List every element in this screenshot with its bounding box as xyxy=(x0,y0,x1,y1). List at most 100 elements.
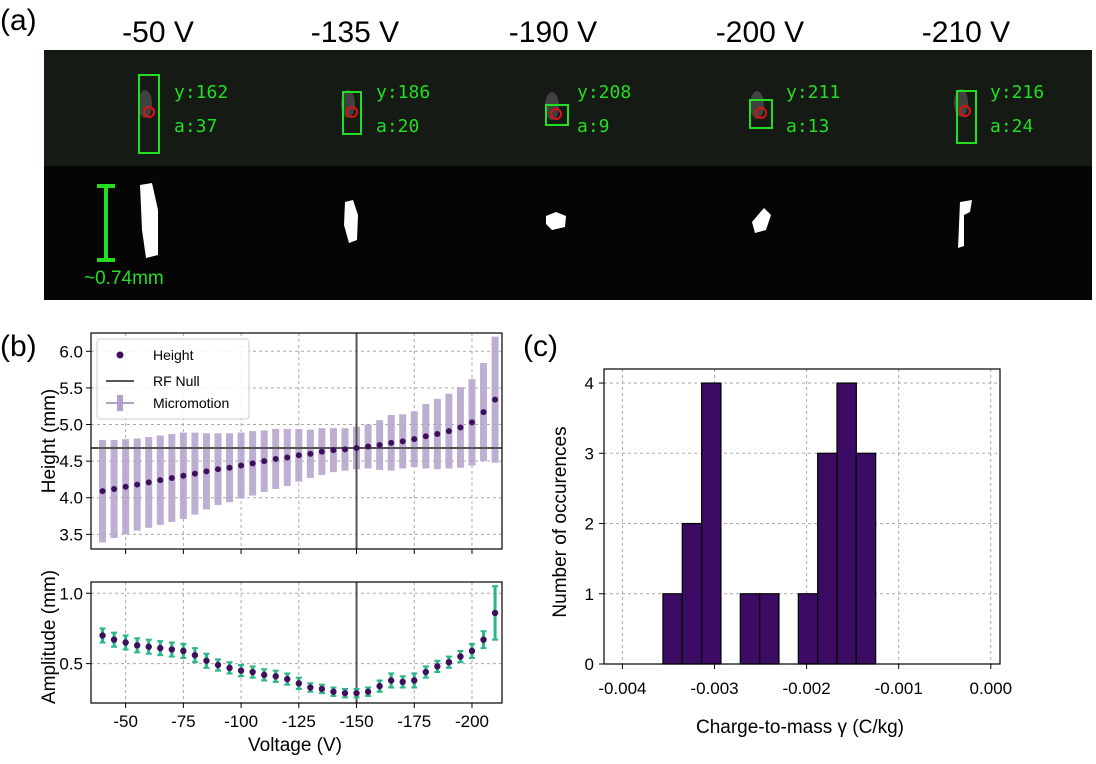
y-tick-label: 3 xyxy=(585,444,594,463)
height-data-point xyxy=(399,438,406,445)
legend-micromotion-bar xyxy=(117,395,123,411)
frame-y-label: y:186 xyxy=(376,82,430,103)
height-data-point xyxy=(168,474,175,481)
height-data-point xyxy=(284,454,291,461)
amplitude-data-point xyxy=(480,636,487,643)
height-data-point xyxy=(480,409,487,416)
height-data-point xyxy=(249,460,256,467)
histogram-bar xyxy=(836,382,857,665)
amplitude-data-point xyxy=(99,632,106,639)
amplitude-data-point xyxy=(445,658,453,666)
scale-bar-label: ~0.74mm xyxy=(84,268,164,289)
height-data-point xyxy=(341,446,348,453)
legend-micromotion-label: Micromotion xyxy=(153,395,229,411)
height-data-point xyxy=(318,448,325,455)
amplitude-data-point xyxy=(399,678,406,686)
x-tick-label: -50 xyxy=(113,712,138,731)
frame-y-label: y:211 xyxy=(786,82,840,103)
height-data-point xyxy=(295,452,302,459)
legend-height-label: Height xyxy=(153,347,194,363)
height-data-point xyxy=(457,424,464,431)
height-data-point xyxy=(468,419,475,426)
amplitude-data-point xyxy=(434,663,441,670)
x-tick-label: -75 xyxy=(171,712,196,731)
frame-voltage-label: -200 V xyxy=(716,16,804,49)
histogram-bar xyxy=(797,593,819,665)
frame-a-label: a:13 xyxy=(786,116,829,137)
height-data-point xyxy=(422,433,429,440)
panel-label-b: (b) xyxy=(0,330,37,363)
histogram-bar xyxy=(759,593,780,665)
histogram-bar xyxy=(681,522,703,665)
amplitude-data-point xyxy=(168,646,176,653)
height-data-point xyxy=(180,472,187,479)
y-tick-label: 0.5 xyxy=(59,655,83,674)
height-data-point xyxy=(157,477,164,484)
amplitude-data-point xyxy=(214,661,222,669)
y-tick-label: 1.0 xyxy=(59,584,83,603)
amplitude-data-point xyxy=(387,677,395,684)
height-data-point xyxy=(214,466,221,473)
y-tick-label: 6.0 xyxy=(59,342,83,361)
height-data-point xyxy=(388,439,395,446)
amplitude-data-point xyxy=(353,689,360,697)
x-tick-label: -0.002 xyxy=(783,679,831,698)
amplitude-ylabel: Amplitude (mm) xyxy=(39,570,60,704)
frame-y-label: y:208 xyxy=(577,82,631,103)
frame-a-label: a:9 xyxy=(577,116,610,137)
amplitude-data-point xyxy=(330,688,337,695)
height-data-point xyxy=(111,485,118,492)
height-data-point xyxy=(365,443,372,450)
amplitude-data-point xyxy=(180,647,187,655)
amplitude-data-point xyxy=(457,653,464,660)
amplitude-data-point xyxy=(411,677,418,684)
amplitude-data-point xyxy=(468,647,476,655)
amplitude-data-point xyxy=(237,667,245,674)
height-data-point xyxy=(145,479,152,486)
height-data-point xyxy=(492,396,499,403)
amplitude-data-point xyxy=(122,639,129,646)
height-data-point xyxy=(122,483,129,490)
panel-label-c: (c) xyxy=(523,330,558,363)
histogram-bar xyxy=(701,382,722,665)
x-tick-label: -0.003 xyxy=(690,679,738,698)
amplitude-data-point xyxy=(341,689,349,697)
amplitude-data-point xyxy=(376,682,383,690)
y-tick-label: 5.0 xyxy=(59,416,83,435)
amplitude-data-point xyxy=(260,671,268,679)
x-tick-label: -0.001 xyxy=(875,679,923,698)
frame-a-label: a:24 xyxy=(990,116,1033,137)
x-tick-label: -175 xyxy=(397,712,431,731)
histogram-bar xyxy=(662,593,683,665)
y-tick-label: 0 xyxy=(585,655,594,674)
y-tick-label: 3.5 xyxy=(59,525,83,544)
height-data-point xyxy=(238,462,245,469)
x-tick-label: -0.004 xyxy=(598,679,646,698)
y-tick-label: 2 xyxy=(585,515,594,534)
x-tick-label: -200 xyxy=(455,712,489,731)
histogram-ylabel: Number of occurences xyxy=(550,426,571,617)
x-tick-label: -100 xyxy=(224,712,258,731)
height-data-point xyxy=(445,428,452,435)
frame-y-label: y:162 xyxy=(174,82,228,103)
height-data-point xyxy=(376,442,383,449)
figure: (a) (b) (c) -50 V y:162 a:37 -135 V y:186 a:2… xyxy=(0,4,1092,756)
height-data-point xyxy=(411,436,418,443)
frame-y-label: y:216 xyxy=(990,82,1044,103)
amplitude-data-point xyxy=(133,642,141,649)
voltage-xlabel: Voltage (V) xyxy=(248,735,342,756)
amplitude-data-point xyxy=(364,688,372,695)
height-data-point xyxy=(134,481,141,488)
amplitude-data-point xyxy=(226,664,233,672)
frame-voltage-label: -210 V xyxy=(922,16,1010,49)
height-data-point xyxy=(226,464,233,471)
amplitude-data-point xyxy=(284,675,291,683)
histogram-xlabel: Charge-to-mass γ (C/kg) xyxy=(696,717,904,738)
amplitude-data-point xyxy=(145,643,152,650)
x-tick-label: -150 xyxy=(340,712,374,731)
amplitude-data-point xyxy=(272,673,279,680)
height-data-point xyxy=(191,470,198,477)
camera-strip: -50 V y:162 a:37 -135 V y:186 a:20 -190 V y:208… xyxy=(44,16,1092,300)
height-data-point xyxy=(330,447,337,454)
height-data-point xyxy=(261,458,268,465)
